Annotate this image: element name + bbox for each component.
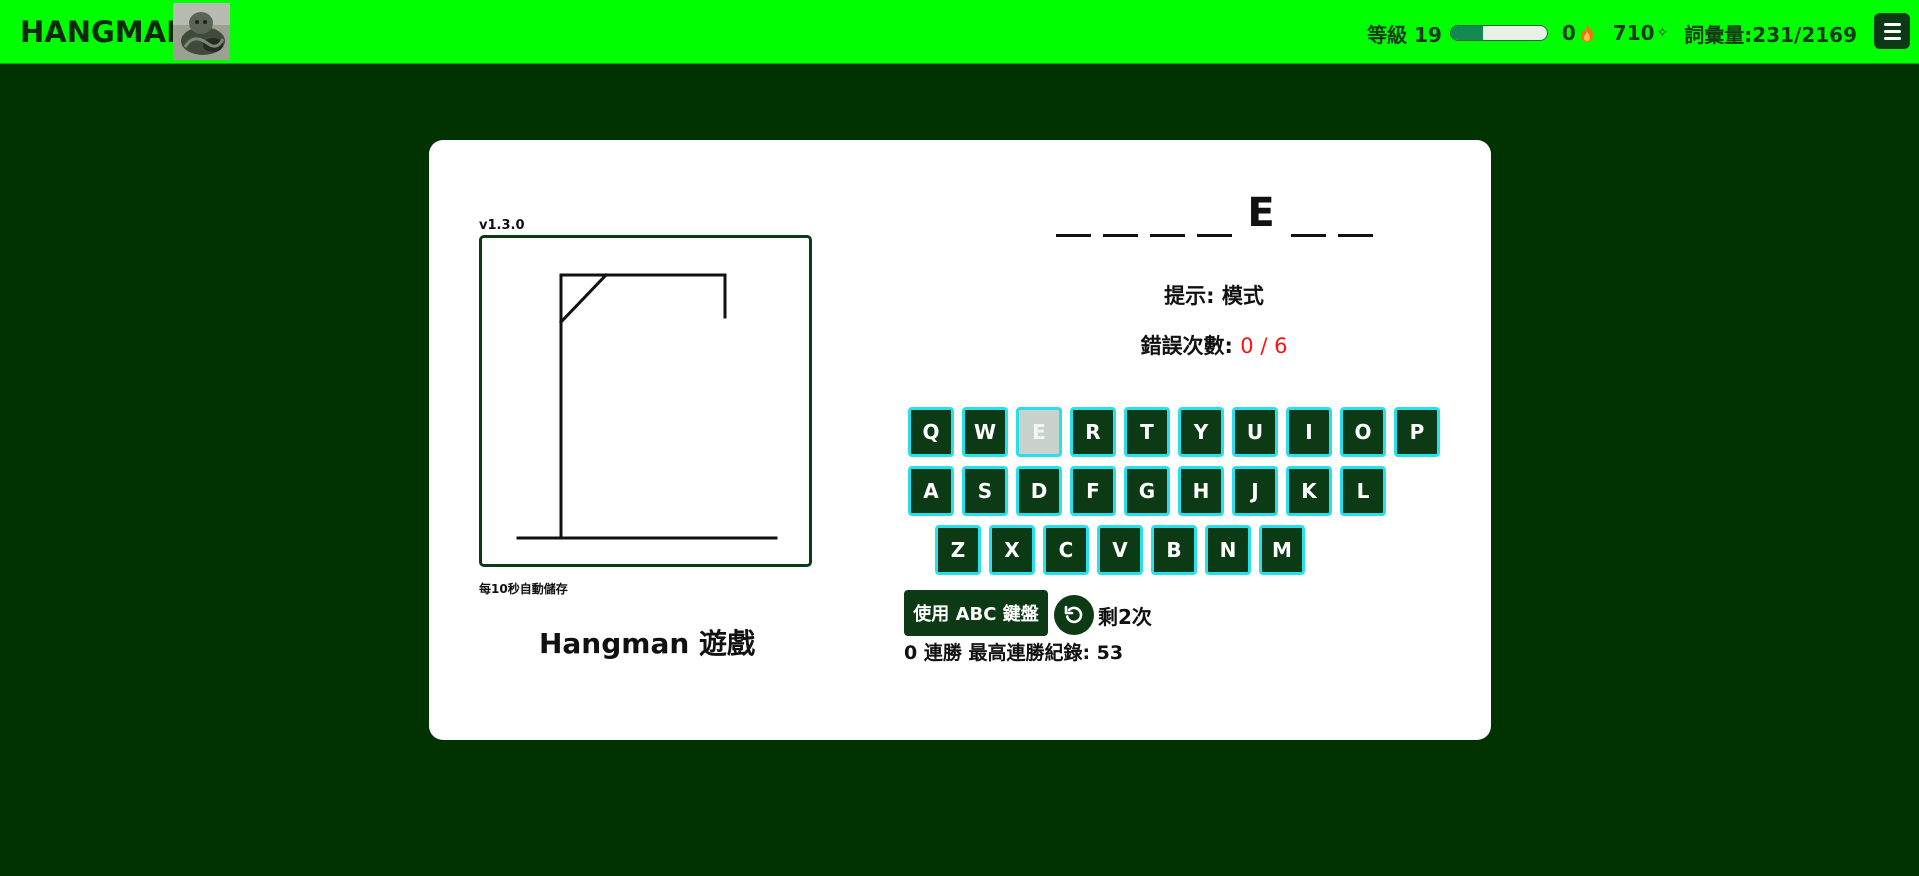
streak-record: 0 連勝 最高連勝紀錄: 53 xyxy=(904,642,1124,664)
key-q[interactable]: Q xyxy=(908,407,954,457)
key-i[interactable]: I xyxy=(1286,407,1332,457)
word-display: E xyxy=(999,180,1429,240)
points-value: 710 xyxy=(1612,21,1655,45)
app-title: HANGMAN xyxy=(20,15,191,49)
key-c[interactable]: C xyxy=(1043,525,1089,575)
reset-icon[interactable] xyxy=(1054,595,1094,635)
key-u[interactable]: U xyxy=(1232,407,1278,457)
vocab-count: 詞彙量:231/2169 xyxy=(1684,22,1857,47)
error-counter: 錯誤次數: 0 / 6 xyxy=(1059,330,1369,360)
version-label: v1.3.0 xyxy=(479,218,525,233)
blank-letter-slot xyxy=(1149,188,1185,240)
gallows-drawing xyxy=(516,272,778,540)
level-progress-fill xyxy=(1450,26,1483,40)
key-g[interactable]: G xyxy=(1124,466,1170,516)
top-bar: HANGMAN 等級 19 0 710 ✧ 詞彙量:231/2169 xyxy=(0,0,1919,64)
key-r[interactable]: R xyxy=(1070,407,1116,457)
game-title: Hangman 遊戲 xyxy=(538,627,756,660)
keyboard-row: QWERTYUIOP xyxy=(908,407,1440,457)
blank-letter-slot xyxy=(1055,188,1091,240)
keyboard-row: ASDFGHJKL xyxy=(908,466,1386,516)
key-t[interactable]: T xyxy=(1124,407,1170,457)
key-h[interactable]: H xyxy=(1178,466,1224,516)
error-label: 錯誤次數: xyxy=(1140,334,1233,358)
key-f[interactable]: F xyxy=(1070,466,1116,516)
key-j[interactable]: J xyxy=(1232,466,1278,516)
stats-bar: 等級 19 0 710 ✧ 詞彙量:231/2169 xyxy=(1367,18,1857,48)
hint-text: 提示: 模式 xyxy=(1164,284,1264,308)
key-k[interactable]: K xyxy=(1286,466,1332,516)
key-l[interactable]: L xyxy=(1340,466,1386,516)
key-w[interactable]: W xyxy=(962,407,1008,457)
level-label: 等級 19 xyxy=(1367,22,1442,47)
key-x[interactable]: X xyxy=(989,525,1035,575)
key-e: E xyxy=(1016,407,1062,457)
hamburger-menu-icon[interactable] xyxy=(1874,13,1910,49)
blank-letter-slot xyxy=(1337,188,1373,240)
key-y[interactable]: Y xyxy=(1178,407,1224,457)
logo-image xyxy=(173,3,230,60)
blank-letter-slot xyxy=(1102,188,1138,240)
key-v[interactable]: V xyxy=(1097,525,1143,575)
level-progress-bar xyxy=(1449,25,1548,41)
key-m[interactable]: M xyxy=(1259,525,1305,575)
game-card: v1.3.0 每10秒自動儲存 Hangman 遊戲 E 提示: 模式 錯誤次數… xyxy=(429,140,1491,740)
keyboard-row: ZXCVBNM xyxy=(935,525,1305,575)
key-b[interactable]: B xyxy=(1151,525,1197,575)
autosave-note: 每10秒自動儲存 xyxy=(479,582,568,596)
revealed-letter: E xyxy=(1247,190,1275,236)
key-d[interactable]: D xyxy=(1016,466,1062,516)
key-s[interactable]: S xyxy=(962,466,1008,516)
key-o[interactable]: O xyxy=(1340,407,1386,457)
streak-count: 0 xyxy=(1561,21,1576,45)
blank-letter-slot xyxy=(1290,188,1326,240)
key-z[interactable]: Z xyxy=(935,525,981,575)
remaining-count: 剩2次 xyxy=(1098,605,1152,629)
blank-letter-slot xyxy=(1196,188,1232,240)
key-n[interactable]: N xyxy=(1205,525,1251,575)
error-value: 0 / 6 xyxy=(1240,334,1288,358)
fire-icon xyxy=(1579,23,1595,43)
key-a[interactable]: A xyxy=(908,466,954,516)
gallows-brace xyxy=(558,272,609,325)
hangman-canvas xyxy=(479,235,812,567)
key-p[interactable]: P xyxy=(1394,407,1440,457)
sparkle-icon: ✧ xyxy=(1656,25,1669,41)
abc-keyboard-button[interactable]: 使用 ABC 鍵盤 xyxy=(904,590,1048,636)
